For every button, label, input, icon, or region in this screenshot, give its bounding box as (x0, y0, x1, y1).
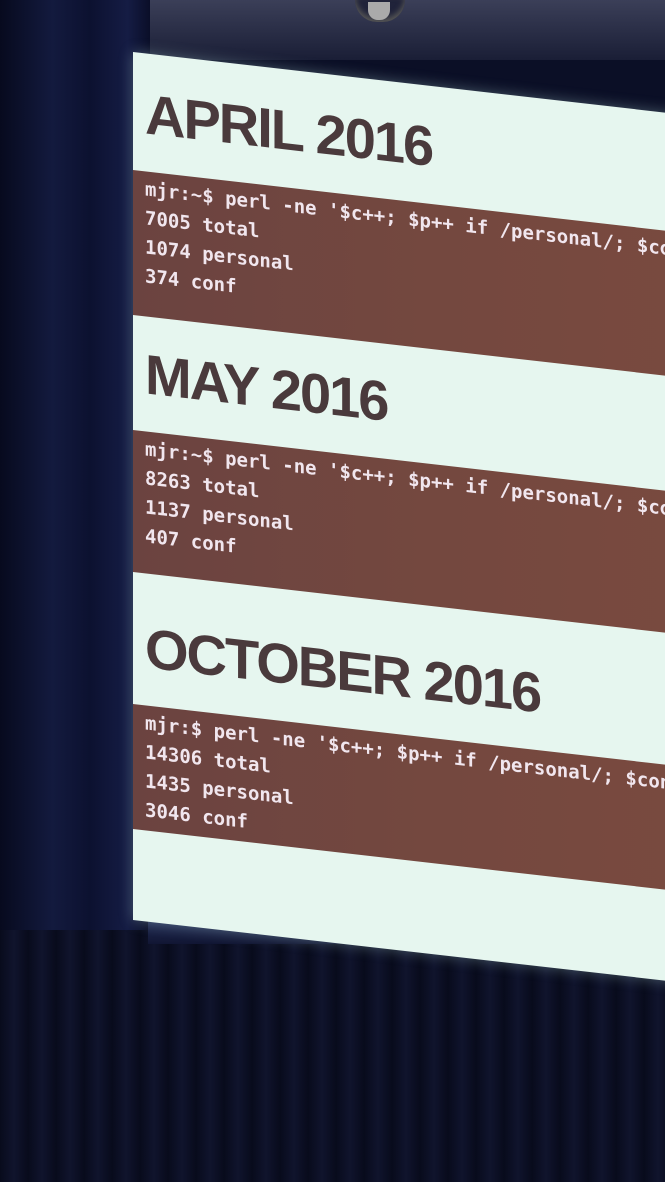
slide-title-april: APRIL 2016 (145, 82, 433, 179)
terminal-block-may: mjr:~$ perl -ne '$c++; $p++ if /personal… (133, 430, 665, 641)
lamp-bulb-icon (368, 2, 390, 20)
slide-title-october: OCTOBER 2016 (145, 616, 541, 725)
terminal-block-october: mjr:$ perl -ne '$c++; $p++ if /personal/… (133, 704, 665, 898)
projection-screen: APRIL 2016 mjr:~$ perl -ne '$c++; $p++ i… (133, 52, 665, 989)
slide-title-may: MAY 2016 (145, 342, 388, 433)
